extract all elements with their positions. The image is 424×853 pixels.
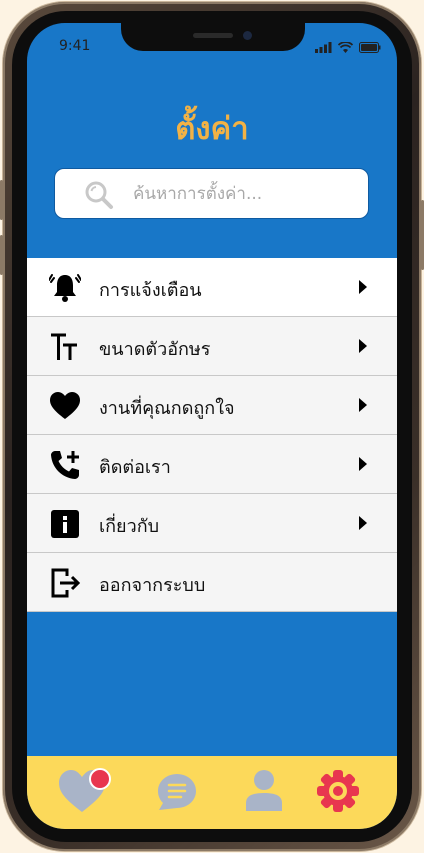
menu-label: ติดต่อเรา: [99, 457, 171, 478]
menu-item-liked-works[interactable]: งานที่คุณกดถูกใจ: [27, 376, 397, 435]
gear-icon: [317, 770, 359, 812]
menu-item-font-size[interactable]: ขนาดตัวอักษร: [27, 317, 397, 376]
menu-item-notifications[interactable]: การแจ้งเตือน: [27, 258, 397, 317]
battery-icon: [359, 41, 381, 53]
phone-add-icon: [51, 451, 79, 479]
menu-label: งานที่คุณกดถูกใจ: [99, 398, 235, 419]
chevron-right-icon: [359, 280, 367, 294]
menu-label: ขนาดตัวอักษร: [99, 339, 211, 360]
settings-menu: การแจ้งเตือน ขนาดตัวอักษร งานที่คุณกดถูก…: [27, 258, 397, 612]
search-bar[interactable]: [54, 168, 369, 219]
bottom-tab-bar: [27, 756, 397, 829]
search-icon: [85, 181, 113, 209]
status-time: 9:41: [59, 38, 91, 54]
status-icons: [315, 41, 381, 53]
signal-icon: [315, 41, 332, 53]
notch: [121, 23, 305, 51]
text-size-icon: [51, 333, 77, 360]
tab-profile[interactable]: [244, 769, 284, 817]
menu-item-about[interactable]: เกี่ยวกับ: [27, 494, 397, 553]
page-title: ตั้งค่า: [175, 111, 249, 147]
status-bar: 9:41: [27, 23, 397, 71]
user-icon: [246, 770, 282, 811]
menu-item-logout[interactable]: ออกจากระบบ: [27, 553, 397, 612]
menu-label: การแจ้งเตือน: [99, 280, 202, 301]
tab-settings[interactable]: [316, 769, 360, 817]
tab-chat[interactable]: [156, 772, 198, 816]
heart-icon: [50, 392, 80, 419]
chevron-right-icon: [359, 457, 367, 471]
chat-icon: [158, 774, 196, 810]
front-camera: [243, 31, 252, 40]
bell-icon: [49, 274, 81, 302]
volume-down-button: [0, 235, 3, 275]
chevron-right-icon: [359, 516, 367, 530]
chevron-right-icon: [359, 339, 367, 353]
chevron-right-icon: [359, 398, 367, 412]
menu-label: ออกจากระบบ: [99, 575, 206, 596]
menu-label: เกี่ยวกับ: [99, 516, 160, 537]
app-screen: 9:41 ตั้งค่า ค้นหาการตั้งค่า... การแจ้งเ…: [27, 23, 397, 829]
speaker-grille: [193, 33, 233, 38]
info-icon: [51, 510, 79, 538]
notification-badge: [89, 768, 111, 790]
logout-icon: [51, 568, 81, 598]
menu-item-contact-us[interactable]: ติดต่อเรา: [27, 435, 397, 494]
wifi-icon: [338, 41, 353, 53]
search-input[interactable]: [133, 181, 353, 207]
volume-up-button: [0, 180, 3, 220]
